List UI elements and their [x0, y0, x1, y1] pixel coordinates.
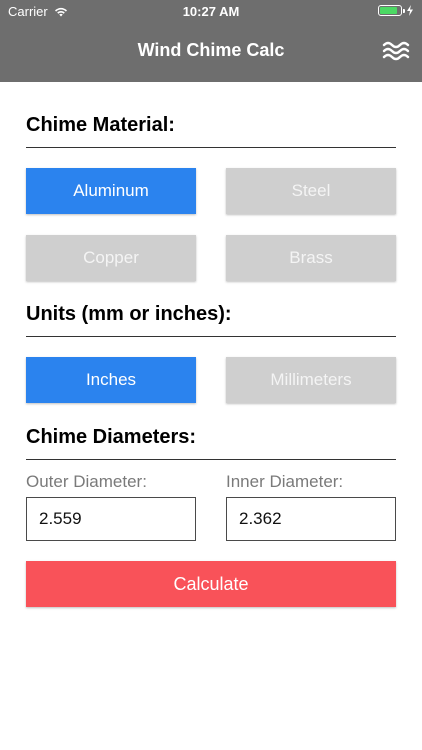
material-divider	[26, 147, 396, 148]
status-time: 10:27 AM	[182, 4, 240, 19]
outer-diameter-input[interactable]	[26, 497, 196, 541]
battery-icon	[378, 5, 405, 16]
material-aluminum-button[interactable]: Aluminum	[26, 168, 196, 214]
calculate-button[interactable]: Calculate	[26, 561, 396, 607]
status-bar: Carrier 10:27 AM	[0, 0, 422, 22]
outer-diameter-label: Outer Diameter:	[26, 472, 147, 491]
diameters-heading: Chime Diameters:	[26, 426, 197, 448]
battery-level	[380, 7, 397, 14]
charging-bolt-icon	[407, 5, 413, 16]
material-brass-button[interactable]: Brass	[226, 235, 396, 281]
material-heading: Chime Material:	[26, 114, 175, 136]
inner-diameter-label: Inner Diameter:	[226, 472, 344, 491]
units-inches-button[interactable]: Inches	[26, 357, 196, 403]
diameters-divider	[26, 459, 396, 460]
app-header: Carrier 10:27 AM Wind Chime Calc	[0, 0, 422, 82]
units-divider	[26, 336, 396, 337]
material-copper-button[interactable]: Copper	[26, 235, 196, 281]
waves-icon[interactable]	[382, 40, 410, 62]
units-heading: Units (mm or inches):	[26, 303, 232, 325]
material-steel-button[interactable]: Steel	[226, 168, 396, 214]
units-millimeters-button[interactable]: Millimeters	[226, 357, 396, 403]
status-right	[378, 5, 414, 16]
nav-title: Wind Chime Calc	[137, 40, 285, 60]
inner-diameter-input[interactable]	[226, 497, 396, 541]
